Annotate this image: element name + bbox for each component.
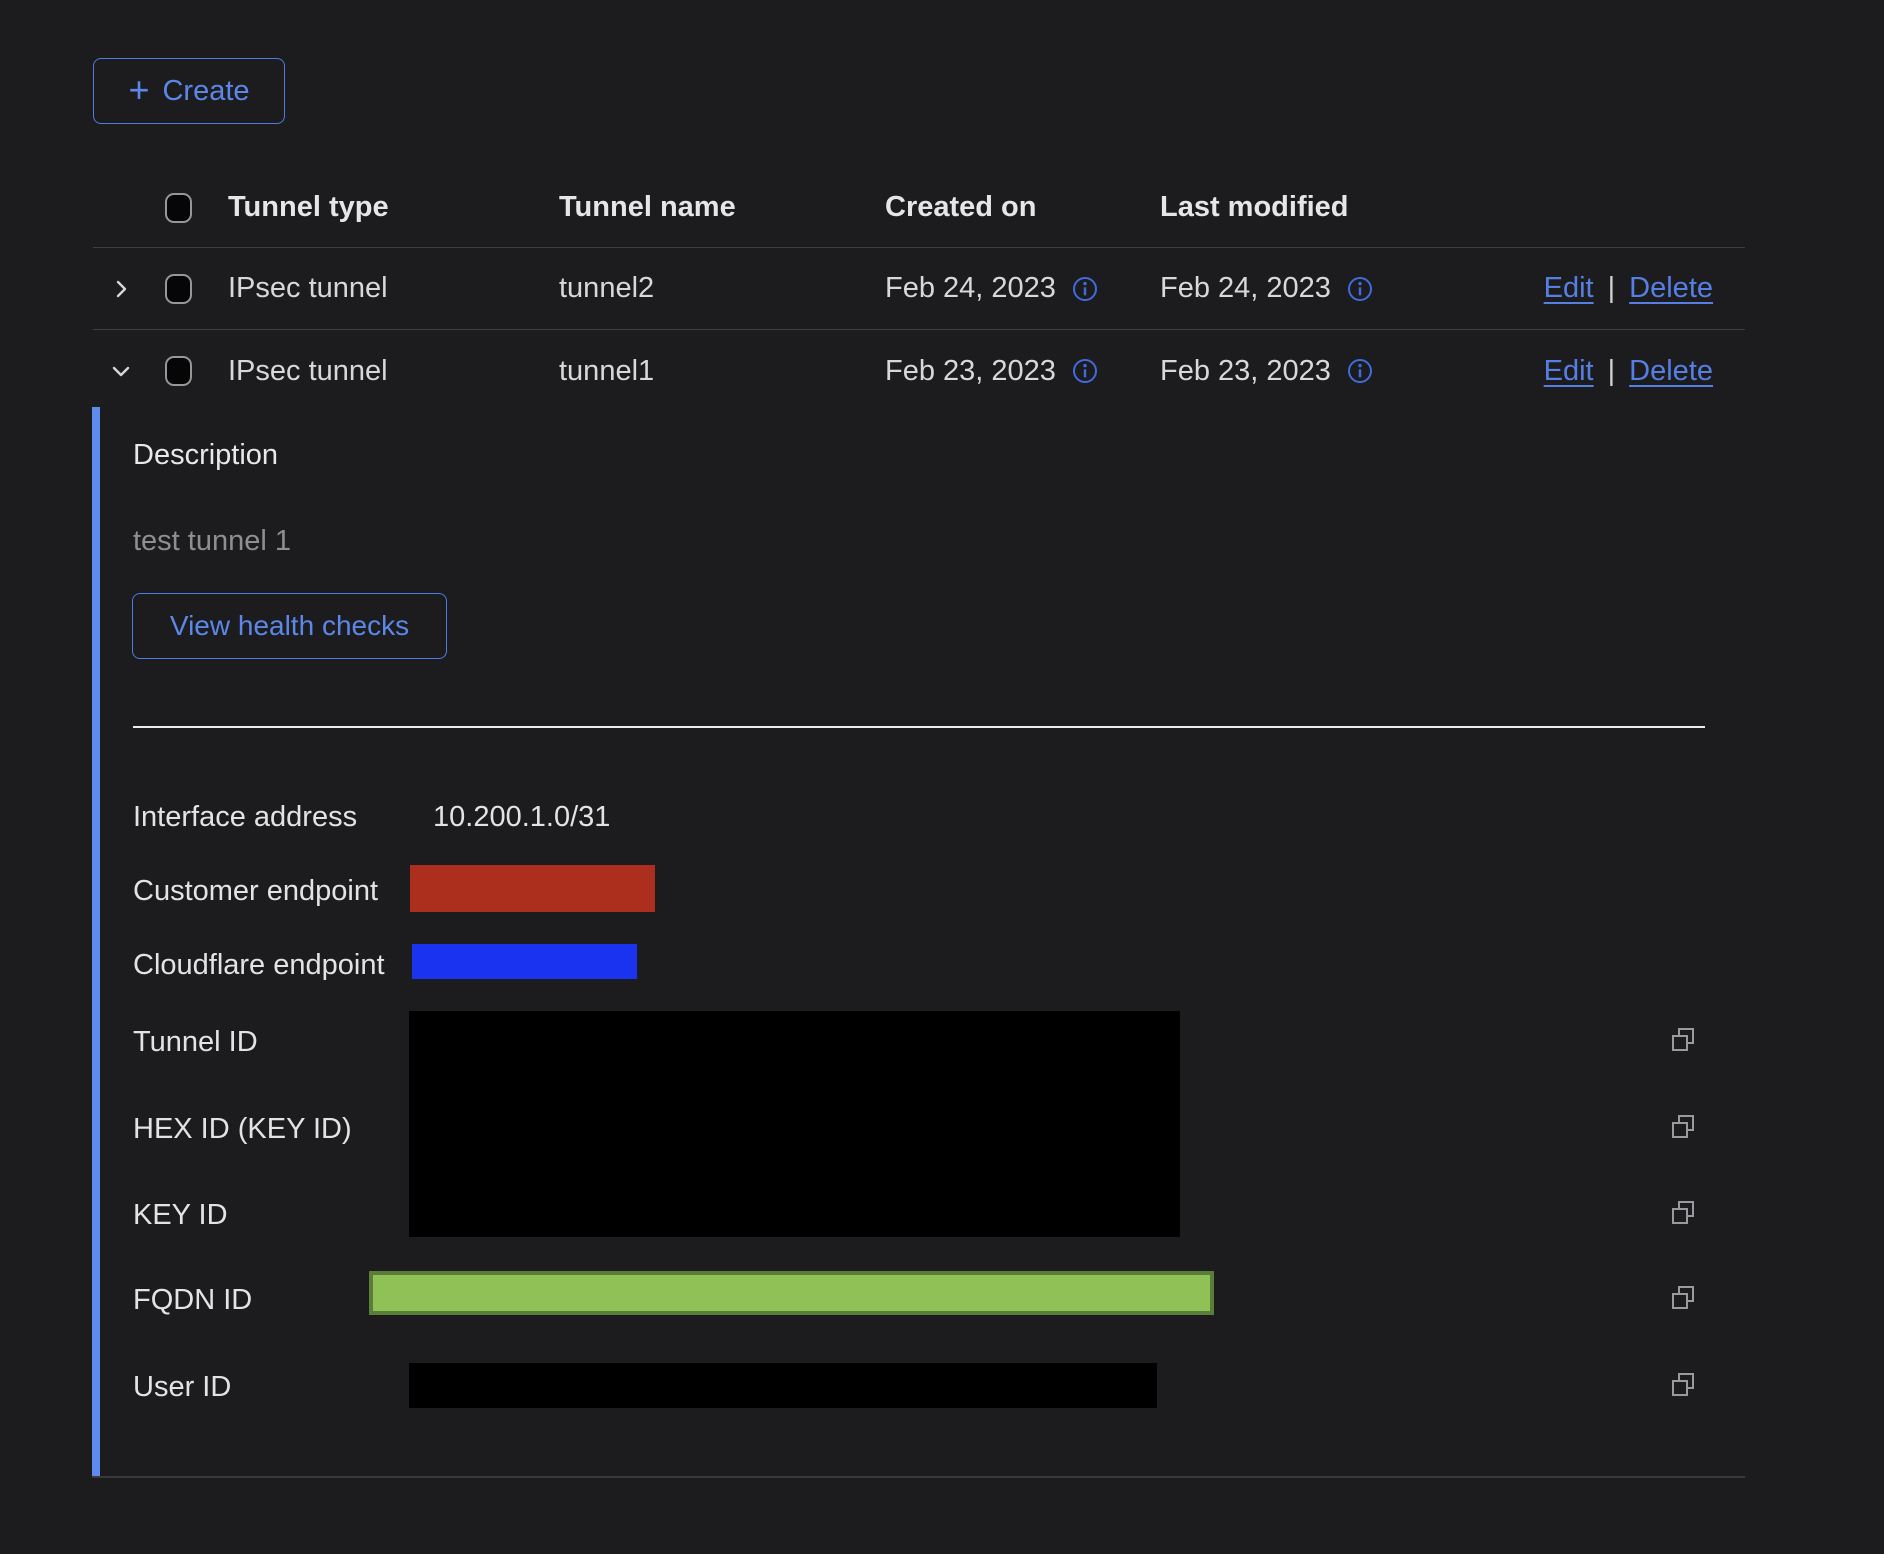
select-all-checkbox[interactable]: [165, 193, 192, 223]
description-text: test tunnel 1: [133, 525, 291, 558]
last-modified-cell: Feb 23, 2023: [1160, 355, 1467, 388]
created-on-cell: Feb 23, 2023: [885, 355, 1160, 388]
copy-tunnel-id-button[interactable]: [1669, 1026, 1697, 1054]
row-checkbox[interactable]: [165, 274, 192, 304]
header-last-modified: Last modified: [1160, 191, 1467, 224]
table-row: IPsec tunnel tunnel1 Feb 23, 2023 Feb 23…: [93, 330, 1745, 412]
detail-label-user-id: User ID: [133, 1371, 231, 1404]
info-icon: [1347, 276, 1373, 302]
info-icon: [1347, 358, 1373, 384]
copy-icon: [1669, 1026, 1697, 1054]
detail-label-tunnel-id: Tunnel ID: [133, 1026, 258, 1059]
detail-label-customer-endpoint: Customer endpoint: [133, 875, 378, 908]
copy-icon: [1669, 1284, 1697, 1312]
copy-hex-id-button[interactable]: [1669, 1113, 1697, 1141]
header-tunnel-name: Tunnel name: [559, 191, 885, 224]
tunnel-name-cell: tunnel1: [559, 355, 885, 388]
last-modified-info-button[interactable]: [1347, 358, 1373, 384]
actions-separator: |: [1608, 272, 1616, 305]
copy-key-id-button[interactable]: [1669, 1199, 1697, 1227]
info-icon: [1072, 358, 1098, 384]
description-label: Description: [133, 439, 278, 472]
copy-icon: [1669, 1371, 1697, 1399]
header-created-on: Created on: [885, 191, 1160, 224]
created-on-info-button[interactable]: [1072, 276, 1098, 302]
redaction-cloudflare-endpoint: [412, 944, 637, 979]
table-header-row: Tunnel type Tunnel name Created on Last …: [93, 168, 1745, 248]
chevron-down-icon: [109, 359, 133, 383]
created-on-value: Feb 24, 2023: [885, 272, 1056, 305]
tunnel-type-cell: IPsec tunnel: [228, 272, 559, 305]
actions-separator: |: [1608, 355, 1616, 388]
detail-label-fqdn-id: FQDN ID: [133, 1284, 252, 1317]
redaction-customer-endpoint: [410, 865, 655, 912]
detail-label-key-id: KEY ID: [133, 1199, 228, 1232]
chevron-right-icon: [109, 277, 133, 301]
detail-label-interface-address: Interface address: [133, 801, 357, 834]
last-modified-value: Feb 23, 2023: [1160, 355, 1331, 388]
copy-icon: [1669, 1199, 1697, 1227]
view-health-checks-button[interactable]: View health checks: [132, 593, 447, 659]
last-modified-value: Feb 24, 2023: [1160, 272, 1331, 305]
row-checkbox[interactable]: [165, 356, 192, 386]
tunnels-table: Tunnel type Tunnel name Created on Last …: [93, 168, 1745, 412]
info-icon: [1072, 276, 1098, 302]
copy-fqdn-id-button[interactable]: [1669, 1284, 1697, 1312]
tunnel-type-cell: IPsec tunnel: [228, 355, 559, 388]
tunnel-details-panel: Description test tunnel 1 View health ch…: [92, 407, 1745, 1478]
create-button-label: Create: [162, 75, 249, 108]
created-on-cell: Feb 24, 2023: [885, 272, 1160, 305]
last-modified-info-button[interactable]: [1347, 276, 1373, 302]
interface-address-value: 10.200.1.0/31: [433, 801, 610, 834]
delete-link[interactable]: Delete: [1629, 272, 1713, 305]
last-modified-cell: Feb 24, 2023: [1160, 272, 1467, 305]
copy-icon: [1669, 1113, 1697, 1141]
section-divider: [133, 726, 1705, 728]
copy-user-id-button[interactable]: [1669, 1371, 1697, 1399]
tunnel-name-cell: tunnel2: [559, 272, 885, 305]
delete-link[interactable]: Delete: [1629, 355, 1713, 388]
detail-label-hex-id: HEX ID (KEY ID): [133, 1113, 352, 1146]
redaction-fqdn-id: [369, 1271, 1214, 1315]
redaction-user-id: [409, 1363, 1157, 1408]
header-tunnel-type: Tunnel type: [228, 191, 559, 224]
expand-row-button[interactable]: [93, 277, 148, 301]
row-actions: Edit | Delete: [1544, 355, 1745, 388]
edit-link[interactable]: Edit: [1544, 355, 1594, 388]
created-on-value: Feb 23, 2023: [885, 355, 1056, 388]
detail-label-cloudflare-endpoint: Cloudflare endpoint: [133, 949, 385, 982]
tunnels-page: + Create Tunnel type Tunnel name Created…: [0, 0, 1884, 1554]
created-on-info-button[interactable]: [1072, 358, 1098, 384]
row-actions: Edit | Delete: [1544, 272, 1745, 305]
collapse-row-button[interactable]: [93, 359, 148, 383]
table-row: IPsec tunnel tunnel2 Feb 24, 2023 Feb 24…: [93, 248, 1745, 330]
redaction-ids: [409, 1011, 1180, 1237]
plus-icon: +: [128, 72, 149, 108]
create-button[interactable]: + Create: [93, 58, 285, 124]
edit-link[interactable]: Edit: [1544, 272, 1594, 305]
expanded-accent-bar: [92, 407, 100, 1476]
